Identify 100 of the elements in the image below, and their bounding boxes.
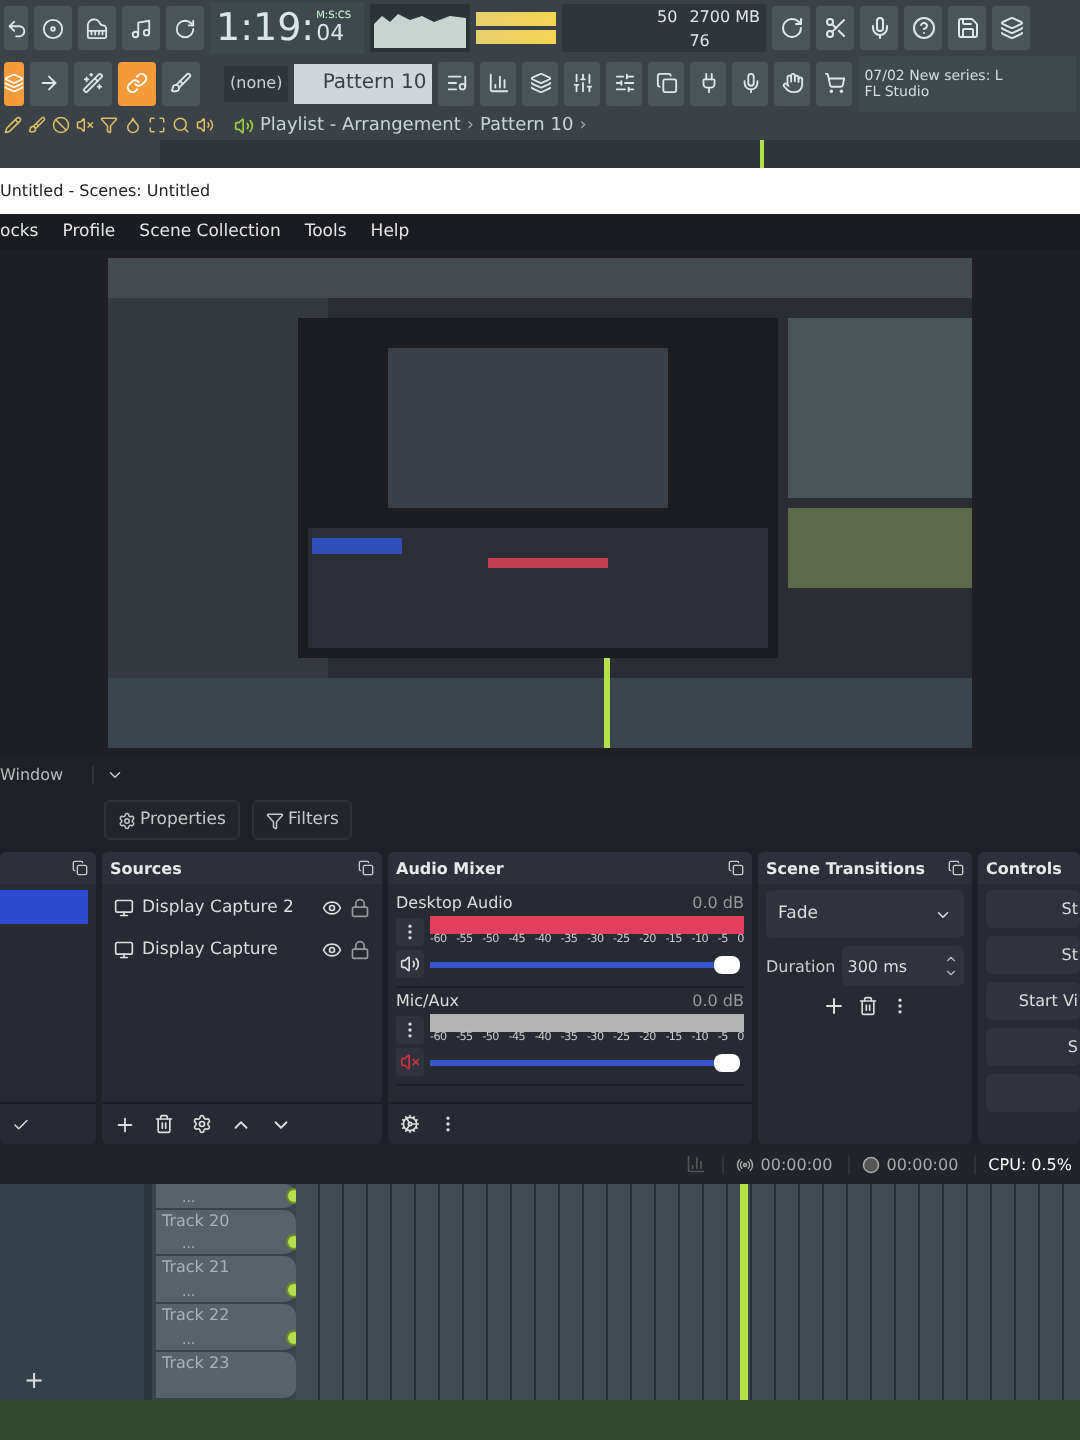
toolbar-button[interactable]: [564, 61, 601, 105]
toolbar-button[interactable]: [74, 61, 112, 105]
mixer-icon: [571, 72, 594, 94]
volume-slider[interactable]: [430, 1053, 740, 1071]
save-icon: [955, 16, 979, 40]
filter-icon: [265, 811, 284, 829]
toolbar-button[interactable]: [772, 6, 810, 50]
toolbar-button[interactable]: [34, 6, 72, 50]
toolbar-button[interactable]: [480, 61, 517, 105]
breadcrumb-separator: ›: [466, 115, 474, 135]
control-button[interactable]: Start Vi: [986, 982, 1080, 1020]
hand-icon: [781, 72, 804, 94]
trash-icon[interactable]: [154, 1114, 174, 1134]
toolbar-button[interactable]: [4, 6, 28, 50]
playhead-marker: [760, 140, 764, 168]
control-button[interactable]: St: [986, 936, 1080, 974]
breadcrumb-link[interactable]: Pattern 10: [479, 115, 574, 135]
select-icon[interactable]: [148, 116, 166, 134]
menu-button[interactable]: [396, 917, 424, 945]
undock-icon[interactable]: [358, 860, 374, 876]
menu-item[interactable]: Scene Collection: [139, 222, 281, 242]
toolbar-button[interactable]: [30, 61, 68, 105]
undock-icon[interactable]: [72, 860, 88, 876]
eye-icon[interactable]: [322, 940, 342, 960]
toolbar-button[interactable]: [166, 6, 204, 50]
menu-button[interactable]: [396, 1015, 424, 1043]
toolbar-button[interactable]: [860, 6, 898, 50]
toolbar-button[interactable]: [816, 6, 854, 50]
funnel-icon[interactable]: [100, 116, 118, 134]
gear-icon: [118, 811, 136, 829]
monitor-icon: [114, 898, 134, 918]
speaker-icon[interactable]: [196, 116, 214, 134]
source-item[interactable]: Display Capture 2: [142, 898, 314, 918]
toolbar-button[interactable]: [904, 6, 942, 50]
menu-item[interactable]: Profile: [62, 222, 116, 242]
toolbar-button[interactable]: [690, 61, 727, 105]
toolbar-button[interactable]: [78, 6, 116, 50]
record-icon: [862, 1155, 881, 1173]
source-item[interactable]: Display Capture: [142, 940, 314, 960]
wand-icon: [82, 72, 104, 94]
add-button[interactable]: +: [0, 1366, 144, 1400]
check-icon[interactable]: [12, 1115, 30, 1133]
undock-icon[interactable]: [728, 860, 744, 876]
down-icon: [944, 966, 958, 980]
disc-icon: [42, 17, 64, 39]
toolbar-button[interactable]: [732, 61, 769, 105]
breadcrumb-link[interactable]: Playlist - Arrangement: [260, 115, 461, 135]
trash-icon[interactable]: [857, 996, 877, 1016]
zoom-icon[interactable]: [172, 116, 190, 134]
properties-button[interactable]: Properties: [104, 800, 240, 840]
add-icon[interactable]: [821, 994, 845, 1018]
plug-icon: [697, 72, 720, 94]
volume-slider[interactable]: [430, 955, 740, 973]
toolbar-button[interactable]: [992, 6, 1030, 50]
toolbar-button[interactable]: [648, 61, 685, 105]
refresh-icon: [779, 16, 803, 40]
control-button[interactable]: S: [986, 1028, 1080, 1066]
lock-icon[interactable]: [350, 898, 370, 918]
mute-button[interactable]: [396, 950, 424, 978]
track-name: Track 21: [162, 1258, 232, 1277]
ban-icon[interactable]: [52, 116, 70, 134]
toolbar-button[interactable]: [774, 61, 811, 105]
scissors-icon: [823, 16, 847, 40]
menu-item[interactable]: Tools: [304, 222, 347, 242]
toolbar-button[interactable]: [118, 61, 156, 105]
pencil-icon[interactable]: [4, 116, 22, 134]
undock-icon[interactable]: [948, 860, 964, 876]
window-title: Untitled - Scenes: Untitled: [0, 182, 211, 200]
droplet-icon[interactable]: [124, 116, 142, 134]
menu-item[interactable]: ocks: [0, 222, 39, 242]
mute-icon[interactable]: [76, 116, 94, 134]
track-name: Track 22: [162, 1306, 232, 1325]
toolbar-button[interactable]: [162, 61, 200, 105]
toolbar-button[interactable]: [606, 61, 643, 105]
pattern-selector[interactable]: Pattern 10: [294, 63, 433, 103]
speaker-icon: [234, 115, 254, 135]
dock-title: Sources: [110, 859, 182, 877]
transition-select[interactable]: Fade: [766, 890, 964, 938]
filters-button[interactable]: Filters: [251, 800, 353, 840]
copy-icon: [655, 72, 678, 94]
menu-item[interactable]: Help: [370, 222, 410, 242]
memory-text: 2700 MB: [689, 7, 760, 25]
eye-icon[interactable]: [322, 898, 342, 918]
duration-field[interactable]: 300 ms: [841, 946, 964, 986]
pattern-dropdown[interactable]: (none): [224, 65, 289, 101]
toolbar-button[interactable]: [4, 61, 24, 105]
settings-icon[interactable]: [192, 1114, 212, 1134]
toolbar-button[interactable]: [122, 6, 160, 50]
control-button[interactable]: St: [986, 890, 1080, 928]
toolbar-button[interactable]: [816, 61, 853, 105]
brush-icon[interactable]: [28, 116, 46, 134]
settings-icon[interactable]: [400, 1114, 420, 1134]
lock-icon[interactable]: [350, 940, 370, 960]
toolbar-button[interactable]: [948, 6, 986, 50]
toolbar-button[interactable]: [522, 61, 559, 105]
channel-name: Mic/Aux: [396, 992, 459, 1010]
up-icon: [944, 952, 958, 966]
add-icon[interactable]: [114, 1113, 136, 1135]
toolbar-button[interactable]: [438, 61, 475, 105]
time-text: 1:19:: [216, 6, 315, 50]
